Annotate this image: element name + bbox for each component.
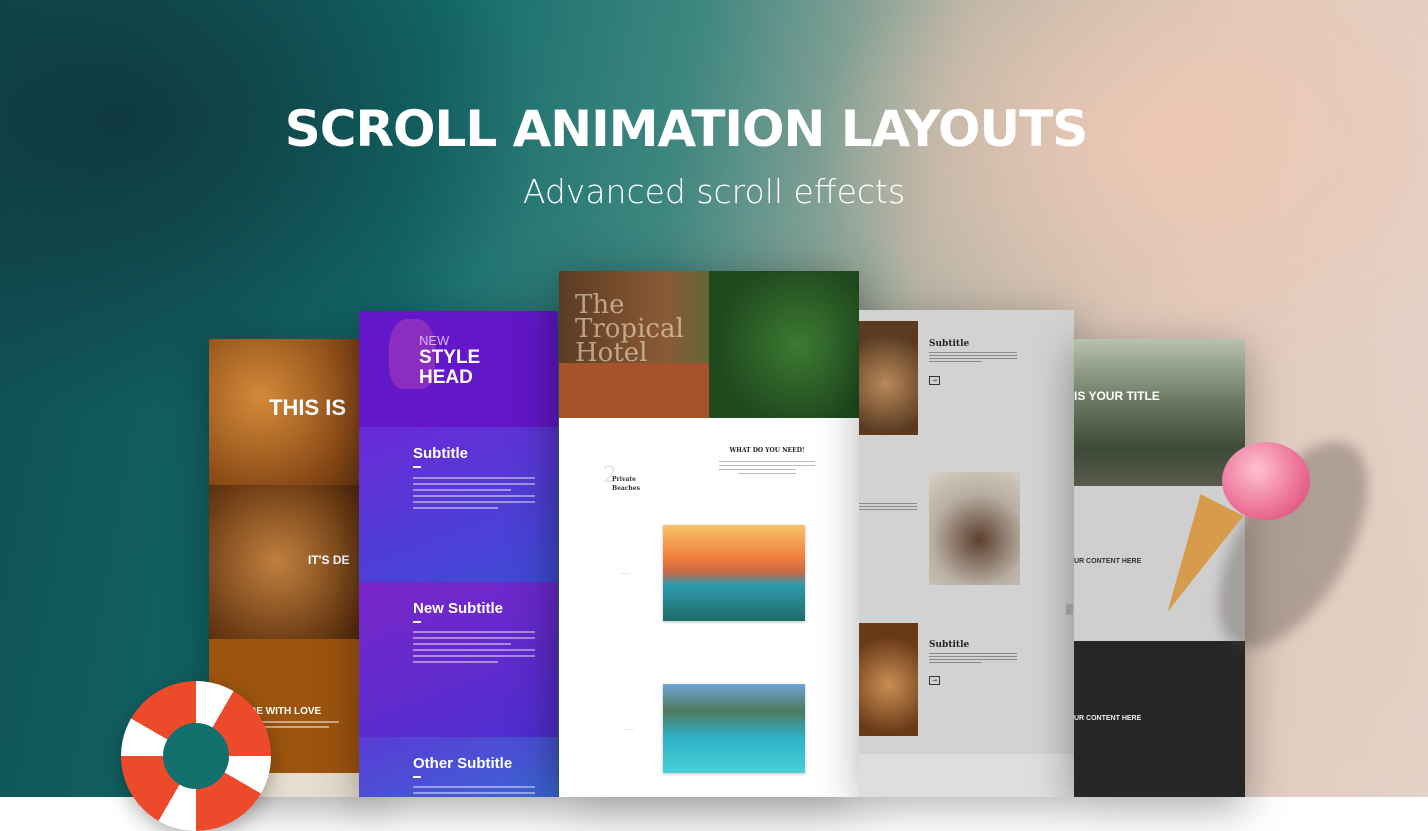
style-head-title: STYLE HEAD (419, 347, 481, 388)
arrow-right-icon[interactable]: → (929, 376, 940, 385)
bakery-bread-image (209, 485, 379, 639)
layout-preview-style-head[interactable]: NEW STYLE HEAD Subtitle New Subtitle Oth… (359, 311, 558, 797)
subtitle-underline (413, 621, 421, 623)
bakery-image (859, 623, 918, 736)
paragraph-lines (413, 477, 535, 513)
section-subtitle: Subtitle (929, 640, 970, 650)
section-subtitle: Subtitle (413, 445, 468, 462)
section-subtitle: Subtitle (929, 339, 970, 349)
content-label: UR CONTENT HERE (1074, 558, 1142, 565)
layout-preview-forest[interactable]: IS YOUR TITLE UR CONTENT HERE UR CONTENT… (1074, 339, 1245, 797)
new-badge: NEW (419, 333, 450, 348)
footer-block (859, 754, 1074, 797)
lifebuoy-icon (121, 681, 271, 831)
section-heading: WHAT DO YOU NEED! (729, 447, 805, 454)
paragraph-lines (929, 653, 1017, 665)
forest-image (1074, 339, 1245, 486)
section-subtitle: Other Subtitle (413, 755, 513, 772)
subtitle-underline (413, 466, 421, 468)
section-subtitle: New Subtitle (413, 600, 504, 617)
bakery-love-title: DE WITH LOVE (249, 706, 322, 717)
bakery-heading: THIS IS (269, 395, 347, 420)
hotel-plants (709, 271, 859, 418)
image-caption: ——— (621, 571, 630, 575)
hotel-floor (559, 363, 709, 418)
layout-preview-grey[interactable]: Subtitle → Subtitle → (859, 310, 1074, 797)
page-title: SCROLL ANIMATION LAYOUTS (284, 100, 1088, 158)
sunset-image (663, 525, 805, 621)
paragraph-lines (929, 352, 1017, 364)
paragraph-lines (413, 786, 535, 797)
hotel-title: The Tropical Hotel (575, 290, 684, 368)
subtitle-underline (413, 776, 421, 778)
bay-image (663, 684, 805, 773)
cupcakes-image (929, 472, 1020, 585)
content-label: UR CONTENT HERE (1074, 715, 1142, 722)
bread-image (859, 321, 918, 435)
arrow-right-icon[interactable]: → (929, 676, 940, 685)
feature-title: Private Beaches (612, 476, 640, 492)
bakery-section-title: IT'S DE (308, 553, 350, 567)
page-subtitle: Advanced scroll effects (522, 172, 906, 211)
paragraph-lines (859, 503, 917, 512)
layout-preview-tropical-hotel[interactable]: The Tropical Hotel WHAT DO YOU NEED! 2 P… (559, 271, 859, 797)
paragraph-lines (413, 631, 535, 667)
lifebuoy-hole (163, 723, 229, 789)
paragraph-lines (719, 461, 815, 477)
image-caption: ——— (625, 727, 634, 731)
ice-cream-scoop-icon (1222, 442, 1310, 520)
forest-title: IS YOUR TITLE (1074, 389, 1160, 403)
scroll-handle[interactable] (1066, 604, 1073, 615)
